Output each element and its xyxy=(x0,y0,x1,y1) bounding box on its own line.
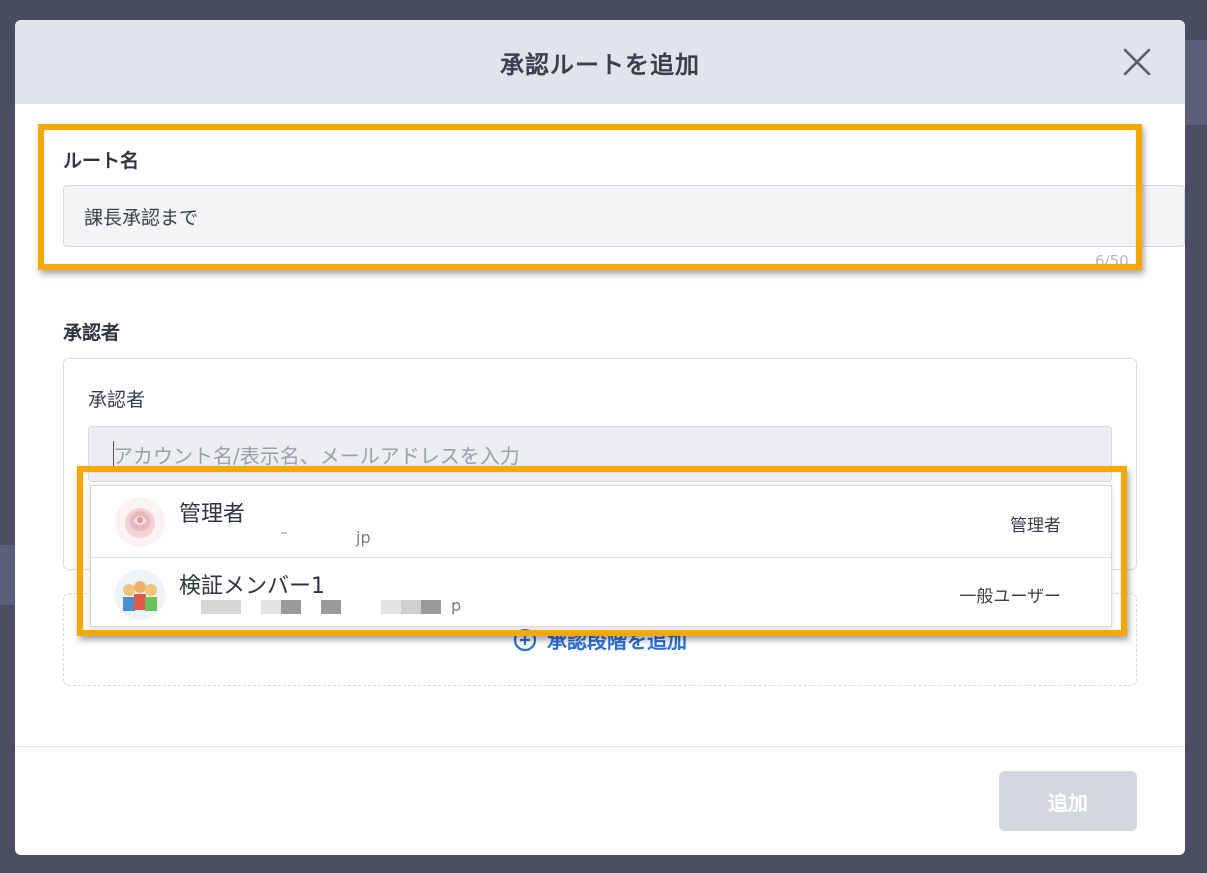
background-app-panel-left xyxy=(0,545,15,605)
approver-field-label: 承認者 xyxy=(88,389,146,411)
modal-title: 承認ルートを追加 xyxy=(500,50,700,79)
modal-header: 承認ルートを追加 xyxy=(15,20,1185,104)
approvers-section-label: 承認者 xyxy=(63,322,121,344)
footer-divider xyxy=(15,746,1185,747)
highlight-suggestions xyxy=(77,466,1127,636)
close-icon[interactable] xyxy=(1117,42,1157,82)
submit-add-button[interactable]: 追加 xyxy=(999,771,1137,831)
text-caret xyxy=(113,441,114,467)
approver-search-placeholder: アカウント名/表示名、メールアドレスを入力 xyxy=(113,443,520,468)
background-app-panel xyxy=(1185,40,1207,125)
highlight-route-name xyxy=(38,124,1142,270)
